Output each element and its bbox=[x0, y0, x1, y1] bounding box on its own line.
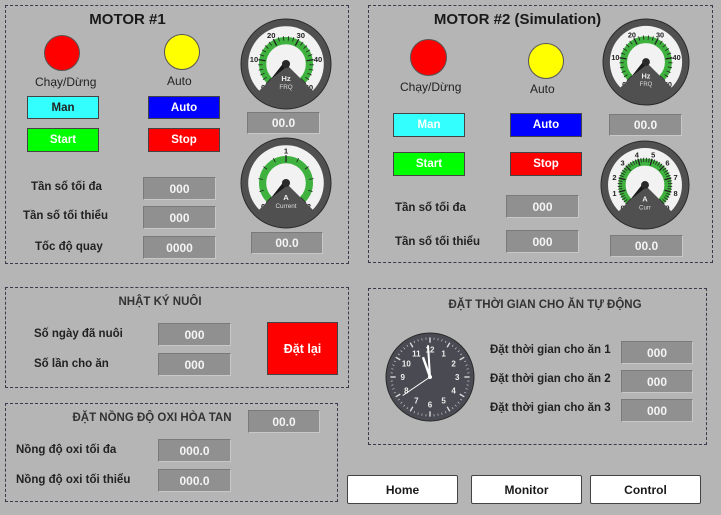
log-days-field: 000 bbox=[158, 323, 231, 346]
clock-number: 10 bbox=[402, 359, 411, 368]
log-days-label: Số ngày đã nuôi bbox=[34, 328, 123, 340]
motor2-freq-max-label: Tần số tối đa bbox=[395, 202, 466, 214]
motor1-start-button[interactable]: Start bbox=[27, 128, 99, 152]
oxygen-min-label: Nồng độ oxi tối thiểu bbox=[16, 474, 131, 486]
motor2-stop-button[interactable]: Stop bbox=[510, 152, 582, 176]
gauge-sub: FRQ bbox=[640, 82, 653, 88]
feeding-time3-label: Đặt thời gian cho ăn 3 bbox=[490, 402, 611, 414]
gauge-sub: Current bbox=[276, 203, 297, 210]
motor1-speed-field: 0000 bbox=[143, 236, 216, 259]
gauge-tick-label: 40 bbox=[314, 55, 323, 64]
gauge-tick-label: 20 bbox=[267, 31, 276, 40]
feeding-time2-label: Đặt thời gian cho ăn 2 bbox=[490, 373, 611, 385]
motor1-stop-button[interactable]: Stop bbox=[148, 128, 220, 152]
motor1-run-label: Chạy/Dừng bbox=[35, 75, 97, 89]
control-button[interactable]: Control bbox=[590, 475, 701, 504]
reset-button[interactable]: Đặt lại bbox=[267, 322, 338, 375]
motor2-freq-min-field[interactable]: 000 bbox=[506, 230, 579, 253]
gauge-tick-label: 10 bbox=[611, 53, 619, 62]
motor1-freq-max-label: Tần số tối đa bbox=[31, 181, 102, 193]
motor2-freq-gauge: 01020304050HzFRQ bbox=[602, 18, 690, 106]
clock-icon: 12 1234567891011 bbox=[385, 332, 475, 422]
clock-number: 12 bbox=[426, 346, 435, 355]
motor2-freq-min-label: Tần số tối thiểu bbox=[395, 236, 480, 248]
motor2-run-label: Chạy/Dừng bbox=[400, 80, 462, 94]
motor1-run-lamp bbox=[44, 35, 80, 71]
gauge-unit: Hz bbox=[642, 71, 651, 80]
gauge-tick-label: 8 bbox=[674, 189, 678, 198]
motor2-man-button[interactable]: Man bbox=[393, 113, 465, 137]
log-feeds-label: Số lần cho ăn bbox=[34, 358, 109, 370]
clock-number: 4 bbox=[451, 387, 456, 396]
oxygen-min-field[interactable]: 000.0 bbox=[158, 469, 231, 492]
motor2-auto-lamp bbox=[528, 43, 564, 79]
feeding-time3-field[interactable]: 000 bbox=[621, 399, 693, 422]
motor1-auto-label: Auto bbox=[167, 74, 192, 88]
motor1-auto-lamp bbox=[164, 34, 200, 70]
clock-number: 2 bbox=[451, 359, 456, 368]
gauge-tick-label: 1 bbox=[612, 189, 616, 198]
log-feeds-field: 000 bbox=[158, 353, 231, 376]
motor1-speed-label: Tốc độ quay bbox=[35, 241, 103, 253]
motor1-freq-gauge: 01020304050HzFRQ bbox=[240, 18, 332, 110]
oxygen-title: ĐẶT NỒNG ĐỘ OXI HÒA TAN bbox=[72, 412, 232, 424]
gauge-tick-label: 10 bbox=[250, 55, 259, 64]
clock-number: 9 bbox=[400, 373, 405, 382]
gauge-unit: A bbox=[642, 195, 648, 204]
motor2-run-lamp bbox=[410, 39, 447, 76]
gauge-tick-label: 5 bbox=[651, 150, 655, 159]
oxygen-max-field[interactable]: 000.0 bbox=[158, 439, 231, 462]
gauge-sub: Curr bbox=[639, 205, 651, 212]
feeding-title: ĐẶT THỜI GIAN CHO ĂN TỰ ĐỘNG bbox=[448, 299, 642, 311]
gauge-tick-label: 2 bbox=[612, 173, 616, 182]
motor2-title: MOTOR #2 (Simulation) bbox=[433, 11, 602, 28]
gauge-tick-label: 7 bbox=[674, 173, 678, 182]
gauge-tick-label: 20 bbox=[628, 30, 636, 39]
gauge-tick-label: 6 bbox=[665, 159, 669, 168]
home-button[interactable]: Home bbox=[347, 475, 458, 504]
motor1-title: MOTOR #1 bbox=[89, 11, 166, 28]
motor1-man-button[interactable]: Man bbox=[27, 96, 99, 119]
motor2-auto-label: Auto bbox=[530, 82, 555, 96]
oxygen-max-label: Nồng độ oxi tối đa bbox=[16, 444, 117, 456]
log-title: NHẬT KÝ NUÔI bbox=[118, 296, 202, 308]
motor1-freq-readout: 00.0 bbox=[247, 112, 320, 134]
gauge-tick-label: 40 bbox=[673, 53, 681, 62]
motor2-freq-max-field[interactable]: 000 bbox=[506, 195, 579, 218]
motor1-freq-min-label: Tần số tối thiểu bbox=[23, 210, 108, 222]
monitor-button[interactable]: Monitor bbox=[471, 475, 582, 504]
gauge-tick-label: 3 bbox=[621, 159, 625, 168]
gauge-tick-label: 30 bbox=[656, 30, 664, 39]
gauge-tick-label: 30 bbox=[296, 31, 305, 40]
motor2-start-button[interactable]: Start bbox=[393, 152, 465, 176]
feeding-time1-field[interactable]: 000 bbox=[621, 341, 693, 364]
motor2-current-readout: 00.0 bbox=[610, 235, 683, 257]
motor2-freq-readout: 00.0 bbox=[609, 114, 682, 136]
feeding-time2-field[interactable]: 000 bbox=[621, 370, 693, 393]
motor1-current-gauge: 012ACurrent bbox=[240, 137, 332, 229]
motor2-current-gauge: 0123456789ACurr bbox=[600, 140, 690, 230]
clock-number: 3 bbox=[455, 373, 460, 382]
clock-number: 1 bbox=[441, 349, 446, 358]
gauge-unit: A bbox=[283, 193, 289, 202]
gauge-unit: Hz bbox=[281, 74, 291, 83]
clock-number: 7 bbox=[414, 397, 419, 406]
motor1-freq-max-field[interactable]: 000 bbox=[143, 177, 216, 200]
motor1-auto-button[interactable]: Auto bbox=[148, 96, 220, 119]
clock-number: 5 bbox=[441, 397, 446, 406]
motor1-freq-min-field[interactable]: 000 bbox=[143, 206, 216, 229]
motor2-auto-button[interactable]: Auto bbox=[510, 113, 582, 137]
motor1-current-readout: 00.0 bbox=[251, 232, 323, 254]
gauge-sub: FRQ bbox=[279, 84, 292, 91]
clock-number: 6 bbox=[428, 400, 433, 409]
oxygen-current-field: 00.0 bbox=[248, 410, 320, 433]
feeding-time1-label: Đặt thời gian cho ăn 1 bbox=[490, 344, 611, 356]
clock-number: 11 bbox=[412, 349, 421, 358]
